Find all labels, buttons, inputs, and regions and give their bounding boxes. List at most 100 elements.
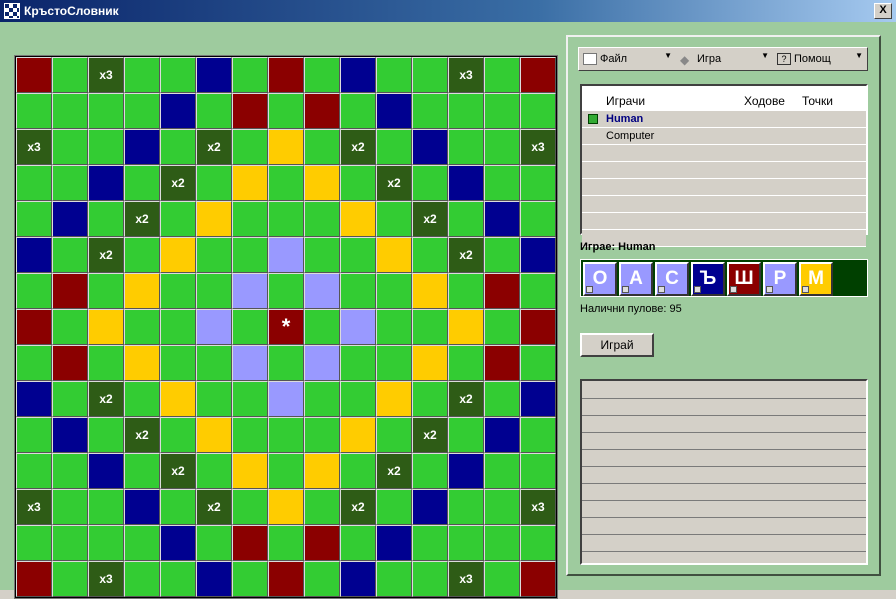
board-cell[interactable] [448, 165, 484, 201]
board-cell[interactable] [304, 381, 340, 417]
board-cell[interactable] [520, 237, 556, 273]
board-cell[interactable] [268, 57, 304, 93]
board-cell[interactable] [124, 309, 160, 345]
board-cell[interactable] [412, 57, 448, 93]
board-cell[interactable] [124, 489, 160, 525]
board-cell[interactable] [52, 57, 88, 93]
board-cell[interactable] [124, 237, 160, 273]
board-cell[interactable] [376, 345, 412, 381]
rack-tile[interactable]: М [799, 262, 833, 296]
board-cell[interactable] [160, 237, 196, 273]
board-cell[interactable] [88, 93, 124, 129]
board-cell[interactable]: x2 [340, 129, 376, 165]
board-cell[interactable]: x3 [16, 489, 52, 525]
board-cell[interactable] [268, 201, 304, 237]
board-cell[interactable] [232, 93, 268, 129]
board-cell[interactable] [340, 453, 376, 489]
board-cell[interactable] [304, 525, 340, 561]
board-cell[interactable] [448, 201, 484, 237]
board-cell[interactable] [160, 201, 196, 237]
board-cell[interactable] [376, 201, 412, 237]
board-cell[interactable] [52, 345, 88, 381]
board-cell[interactable] [484, 201, 520, 237]
board-cell[interactable] [196, 273, 232, 309]
board-cell[interactable] [160, 345, 196, 381]
rack-tile[interactable]: О [583, 262, 617, 296]
board-cell[interactable] [340, 381, 376, 417]
board-cell[interactable] [484, 345, 520, 381]
board-cell[interactable] [232, 273, 268, 309]
board-cell[interactable] [340, 93, 376, 129]
board-cell[interactable] [52, 453, 88, 489]
board-cell[interactable] [268, 345, 304, 381]
board-cell[interactable] [232, 525, 268, 561]
board-cell[interactable] [484, 561, 520, 597]
board-cell[interactable]: x3 [448, 561, 484, 597]
board-cell[interactable] [16, 417, 52, 453]
board-cell[interactable] [448, 129, 484, 165]
board-cell[interactable] [340, 273, 376, 309]
board-cell[interactable]: x3 [16, 129, 52, 165]
board-cell[interactable] [88, 417, 124, 453]
board-cell[interactable]: x2 [376, 453, 412, 489]
board-cell[interactable] [232, 453, 268, 489]
board-cell[interactable] [16, 237, 52, 273]
board-cell[interactable] [448, 93, 484, 129]
board-cell[interactable] [484, 129, 520, 165]
board-cell[interactable] [124, 273, 160, 309]
board-cell[interactable] [376, 417, 412, 453]
board-cell[interactable] [16, 309, 52, 345]
board-cell[interactable] [124, 381, 160, 417]
board-cell[interactable] [340, 309, 376, 345]
board-cell[interactable] [448, 525, 484, 561]
board-cell[interactable] [232, 309, 268, 345]
board-cell[interactable] [412, 237, 448, 273]
board-cell[interactable] [16, 273, 52, 309]
board-cell[interactable] [196, 93, 232, 129]
board-cell[interactable] [124, 345, 160, 381]
board-cell[interactable] [520, 201, 556, 237]
board-cell[interactable] [196, 345, 232, 381]
board-cell[interactable] [196, 165, 232, 201]
board-cell[interactable] [268, 237, 304, 273]
board-cell[interactable] [520, 165, 556, 201]
board-cell[interactable] [160, 309, 196, 345]
board-cell[interactable] [160, 93, 196, 129]
board-cell[interactable] [16, 381, 52, 417]
board-cell[interactable]: x2 [88, 381, 124, 417]
board-cell[interactable] [484, 453, 520, 489]
board-cell[interactable] [232, 561, 268, 597]
board-cell[interactable] [448, 417, 484, 453]
board-cell[interactable] [268, 525, 304, 561]
board-cell[interactable] [448, 309, 484, 345]
board-cell[interactable] [160, 381, 196, 417]
board-cell[interactable] [232, 129, 268, 165]
board-cell[interactable] [484, 165, 520, 201]
board-cell[interactable] [340, 201, 376, 237]
board-cell[interactable] [412, 561, 448, 597]
board-cell[interactable] [52, 525, 88, 561]
board-cell[interactable] [124, 525, 160, 561]
board-cell[interactable] [520, 93, 556, 129]
board-cell[interactable] [304, 129, 340, 165]
board-cell[interactable] [268, 489, 304, 525]
board-cell[interactable] [520, 417, 556, 453]
board-cell[interactable] [484, 525, 520, 561]
board-cell[interactable] [196, 561, 232, 597]
board-cell[interactable]: x2 [160, 165, 196, 201]
board-cell[interactable] [124, 165, 160, 201]
board-cell[interactable]: x2 [88, 237, 124, 273]
board-cell[interactable] [52, 417, 88, 453]
board-cell[interactable] [412, 273, 448, 309]
board-cell[interactable] [88, 309, 124, 345]
board-cell[interactable]: x2 [124, 201, 160, 237]
board-cell[interactable] [196, 57, 232, 93]
board-cell[interactable] [52, 237, 88, 273]
board-cell[interactable] [340, 345, 376, 381]
board-cell[interactable] [484, 489, 520, 525]
board-cell[interactable] [376, 129, 412, 165]
board-cell[interactable] [124, 561, 160, 597]
board-cell[interactable] [196, 237, 232, 273]
board-cell[interactable] [52, 273, 88, 309]
board-cell[interactable] [412, 453, 448, 489]
